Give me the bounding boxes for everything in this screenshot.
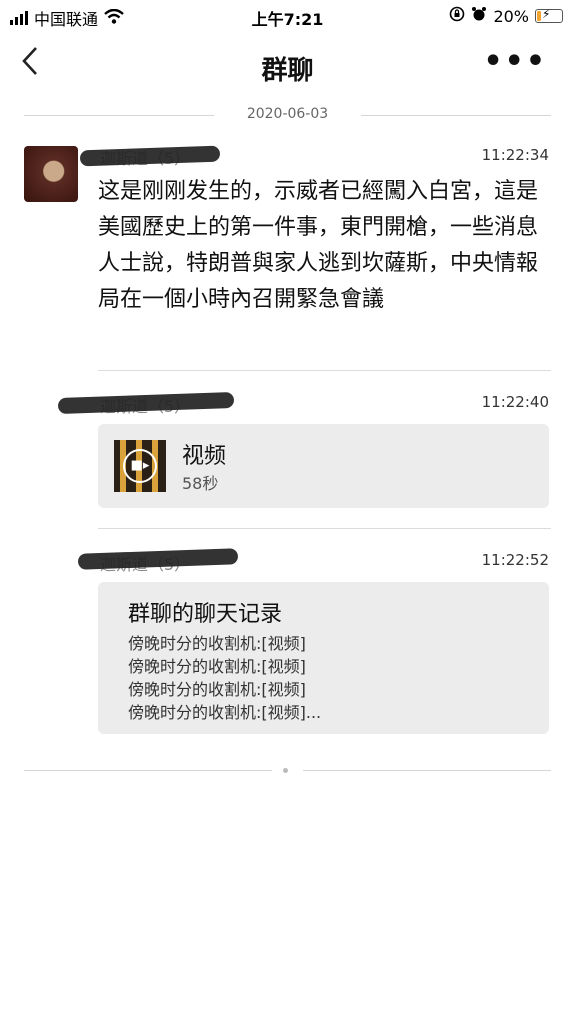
avatar[interactable] [24,146,78,202]
message-separator [98,370,551,371]
redaction-scribble [57,391,235,415]
message-time: 11:22:52 [481,551,549,569]
message-text[interactable]: 这是刚刚发生的，示威者已經闖入白宮，這是美國歷史上的第一件事，東門開槍，一些消息… [98,174,553,318]
video-card[interactable]: ■▸ 视频 58秒 [98,424,549,508]
video-thumbnail[interactable]: ■▸ [114,440,166,492]
message-time: 11:22:34 [481,146,549,164]
battery-percent: 20% [493,6,529,26]
alarm-icon [471,6,487,26]
redaction-scribble [79,145,221,167]
chat-record-line: 傍晚时分的收割机:[视频]... [128,703,322,722]
video-camera-icon: ■▸ [123,449,157,483]
status-right: 20% ⚡ [449,6,563,26]
date-divider: 2020-06-03 [24,104,551,126]
video-duration: 58秒 [182,474,219,493]
message-separator [98,528,551,529]
battery-icon: ⚡ [535,7,563,23]
chat-record-card[interactable]: 群聊的聊天记录 傍晚时分的收割机:[视频] 傍晚时分的收割机:[视频] 傍晚时分… [98,582,549,734]
end-divider [24,766,551,776]
chat-record-line: 傍晚时分的收割机:[视频] [128,634,306,653]
message-time: 11:22:40 [481,393,549,411]
orientation-lock-icon [449,6,465,26]
date-label: 2020-06-03 [246,106,329,122]
video-title: 视频 [182,444,227,469]
chat-record-line: 傍晚时分的收割机:[视频] [128,680,306,699]
status-bar: 中国联通 上午7:21 20% ⚡ [0,0,575,34]
chat-record-line: 傍晚时分的收割机:[视频] [128,657,306,676]
nav-bar: 群聊 ••• [0,38,575,94]
more-options-icon[interactable]: ••• [483,44,547,79]
chat-record-title: 群聊的聊天记录 [128,602,283,627]
chat-record-preview: 傍晚时分的收割机:[视频] 傍晚时分的收割机:[视频] 傍晚时分的收割机:[视频… [128,632,321,724]
